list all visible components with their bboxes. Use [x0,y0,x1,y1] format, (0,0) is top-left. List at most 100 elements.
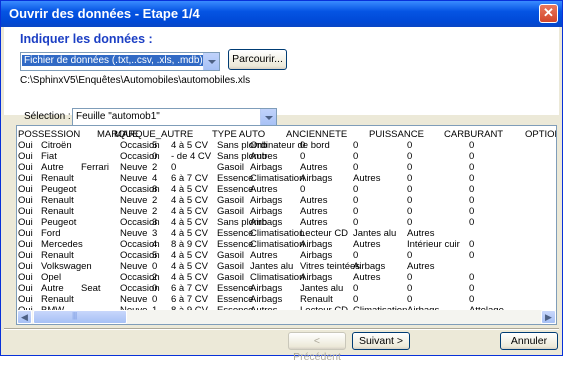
table-cell: 4 [152,239,158,250]
chevron-down-icon[interactable] [260,109,276,126]
table-cell: Airbags [300,239,333,250]
table-cell: Vitres teintées [300,261,361,272]
table-cell: Essence [217,184,254,195]
table-cell: 0 [300,184,306,195]
scroll-left-icon[interactable]: ◀ [17,310,32,324]
table-cell: 8 à 9 CV [171,239,208,250]
table-cell: Essence [217,283,254,294]
table-cell: Jantes alu [250,261,294,272]
table-cell: Autres [250,250,278,261]
table-cell: 0 [469,162,475,173]
table-cell: 0 [469,283,475,294]
data-preview-grid[interactable]: Oui Citroën Occasion 5 4 à 5 CV Sans plomb Ord… [16,125,557,325]
table-cell: Gasoil [217,206,244,217]
table-cell: 0 [407,173,413,184]
table-cell: 0 [353,206,359,217]
table-cell: 0 [152,283,158,294]
table-cell: Gasoil [217,261,244,272]
file-type-value: Fichier de données (.txt,..csv, .xls, .m… [22,55,205,66]
separator-line [4,328,559,330]
table-cell: Neuve [120,206,148,217]
table-cell: Airbags [250,283,283,294]
table-cell: Airbags [250,195,283,206]
table-cell: 6 à 7 CV [171,173,208,184]
table-cell: Opel [41,272,62,283]
table-cell: Intérieur cuir [407,239,460,250]
table-cell: 0 [407,272,413,283]
dialog-window: Ouvrir des données - Etape 1/4 ✕ Indique… [0,0,563,363]
table-cell: Oui [18,206,33,217]
table-cell: Autre [41,162,64,173]
chevron-down-icon[interactable] [203,53,219,70]
scroll-right-icon[interactable]: ▶ [541,310,556,324]
table-cell: Airbags [250,217,283,228]
table-cell: - de 4 CV [171,151,212,162]
table-cell: Ordinateur de bord [250,140,330,151]
table-cell: 8 [152,184,158,195]
browse-button[interactable]: Parcourir... [228,49,287,70]
table-cell: Oui [18,239,33,250]
table-cell: Peugeot [41,217,77,228]
table-cell: 0 [152,294,158,305]
table-cell: Jantes alu [300,283,344,294]
scroll-thumb[interactable] [33,310,127,324]
table-cell: Oui [18,217,33,228]
table-cell: 0 [469,173,475,184]
close-button[interactable]: ✕ [539,4,558,23]
table-cell: Gasoil [217,195,244,206]
table-cell: Gasoil [217,250,244,261]
table-cell: Neuve [120,195,148,206]
table-cell: Renault [41,173,74,184]
table-cell: 0 [353,184,359,195]
column-header: CARBURANT [444,129,504,140]
column-header: PUISSANCE [369,129,424,140]
table-cell: 2 [152,206,158,217]
title-bar[interactable]: Ouvrir des données - Etape 1/4 ✕ [1,1,562,27]
table-cell: 0 [407,283,413,294]
table-cell: Essence [217,228,254,239]
table-cell: 0 [353,294,359,305]
table-cell: 0 [407,140,413,151]
cancel-button[interactable]: Annuler [500,332,558,350]
table-cell: Oui [18,294,33,305]
table-cell: 0 [407,162,413,173]
table-cell: Climatisation [250,173,305,184]
file-type-select[interactable]: Fichier de données (.txt,..csv, .xls, .m… [20,52,220,71]
table-cell: 3 [152,217,158,228]
table-cell: Renault [41,195,74,206]
table-cell: 0 [407,250,413,261]
table-cell: 4 à 5 CV [171,206,208,217]
previous-button[interactable]: < Précédent [288,332,346,363]
table-cell: Oui [18,228,33,239]
table-cell: 0 [469,195,475,206]
table-cell: Seat [81,283,101,294]
table-cell: 0 [469,272,475,283]
table-cell: Essence [217,173,254,184]
table-cell: 0 [407,217,413,228]
table-cell: 0 [300,140,306,151]
next-button[interactable]: Suivant > [352,332,410,350]
table-cell: Oui [18,173,33,184]
table-cell: Gasoil [217,162,244,173]
table-cell: 6 à 7 CV [171,294,208,305]
table-cell: 0 [171,162,177,173]
table-cell: Oui [18,261,33,272]
table-cell: Peugeot [41,184,77,195]
horizontal-scrollbar[interactable]: ◀ ▶ [17,310,556,324]
table-cell: 0 [407,151,413,162]
table-cell: Oui [18,272,33,283]
table-cell: Airbags [300,173,333,184]
table-cell: 5 [152,140,158,151]
table-cell: 2 [152,272,158,283]
column-header: POSSESSION [18,129,81,140]
table-cell: 0 [152,151,158,162]
column-header: OPTIONS [525,129,556,140]
table-cell: 2 [152,162,158,173]
table-cell: 0 [469,250,475,261]
table-cell: Gasoil [217,272,244,283]
table-cell: 2 [152,195,158,206]
table-cell: 0 [353,195,359,206]
table-cell: Autres [300,162,328,173]
table-cell: 0 [353,151,359,162]
table-cell: 0 [300,151,306,162]
